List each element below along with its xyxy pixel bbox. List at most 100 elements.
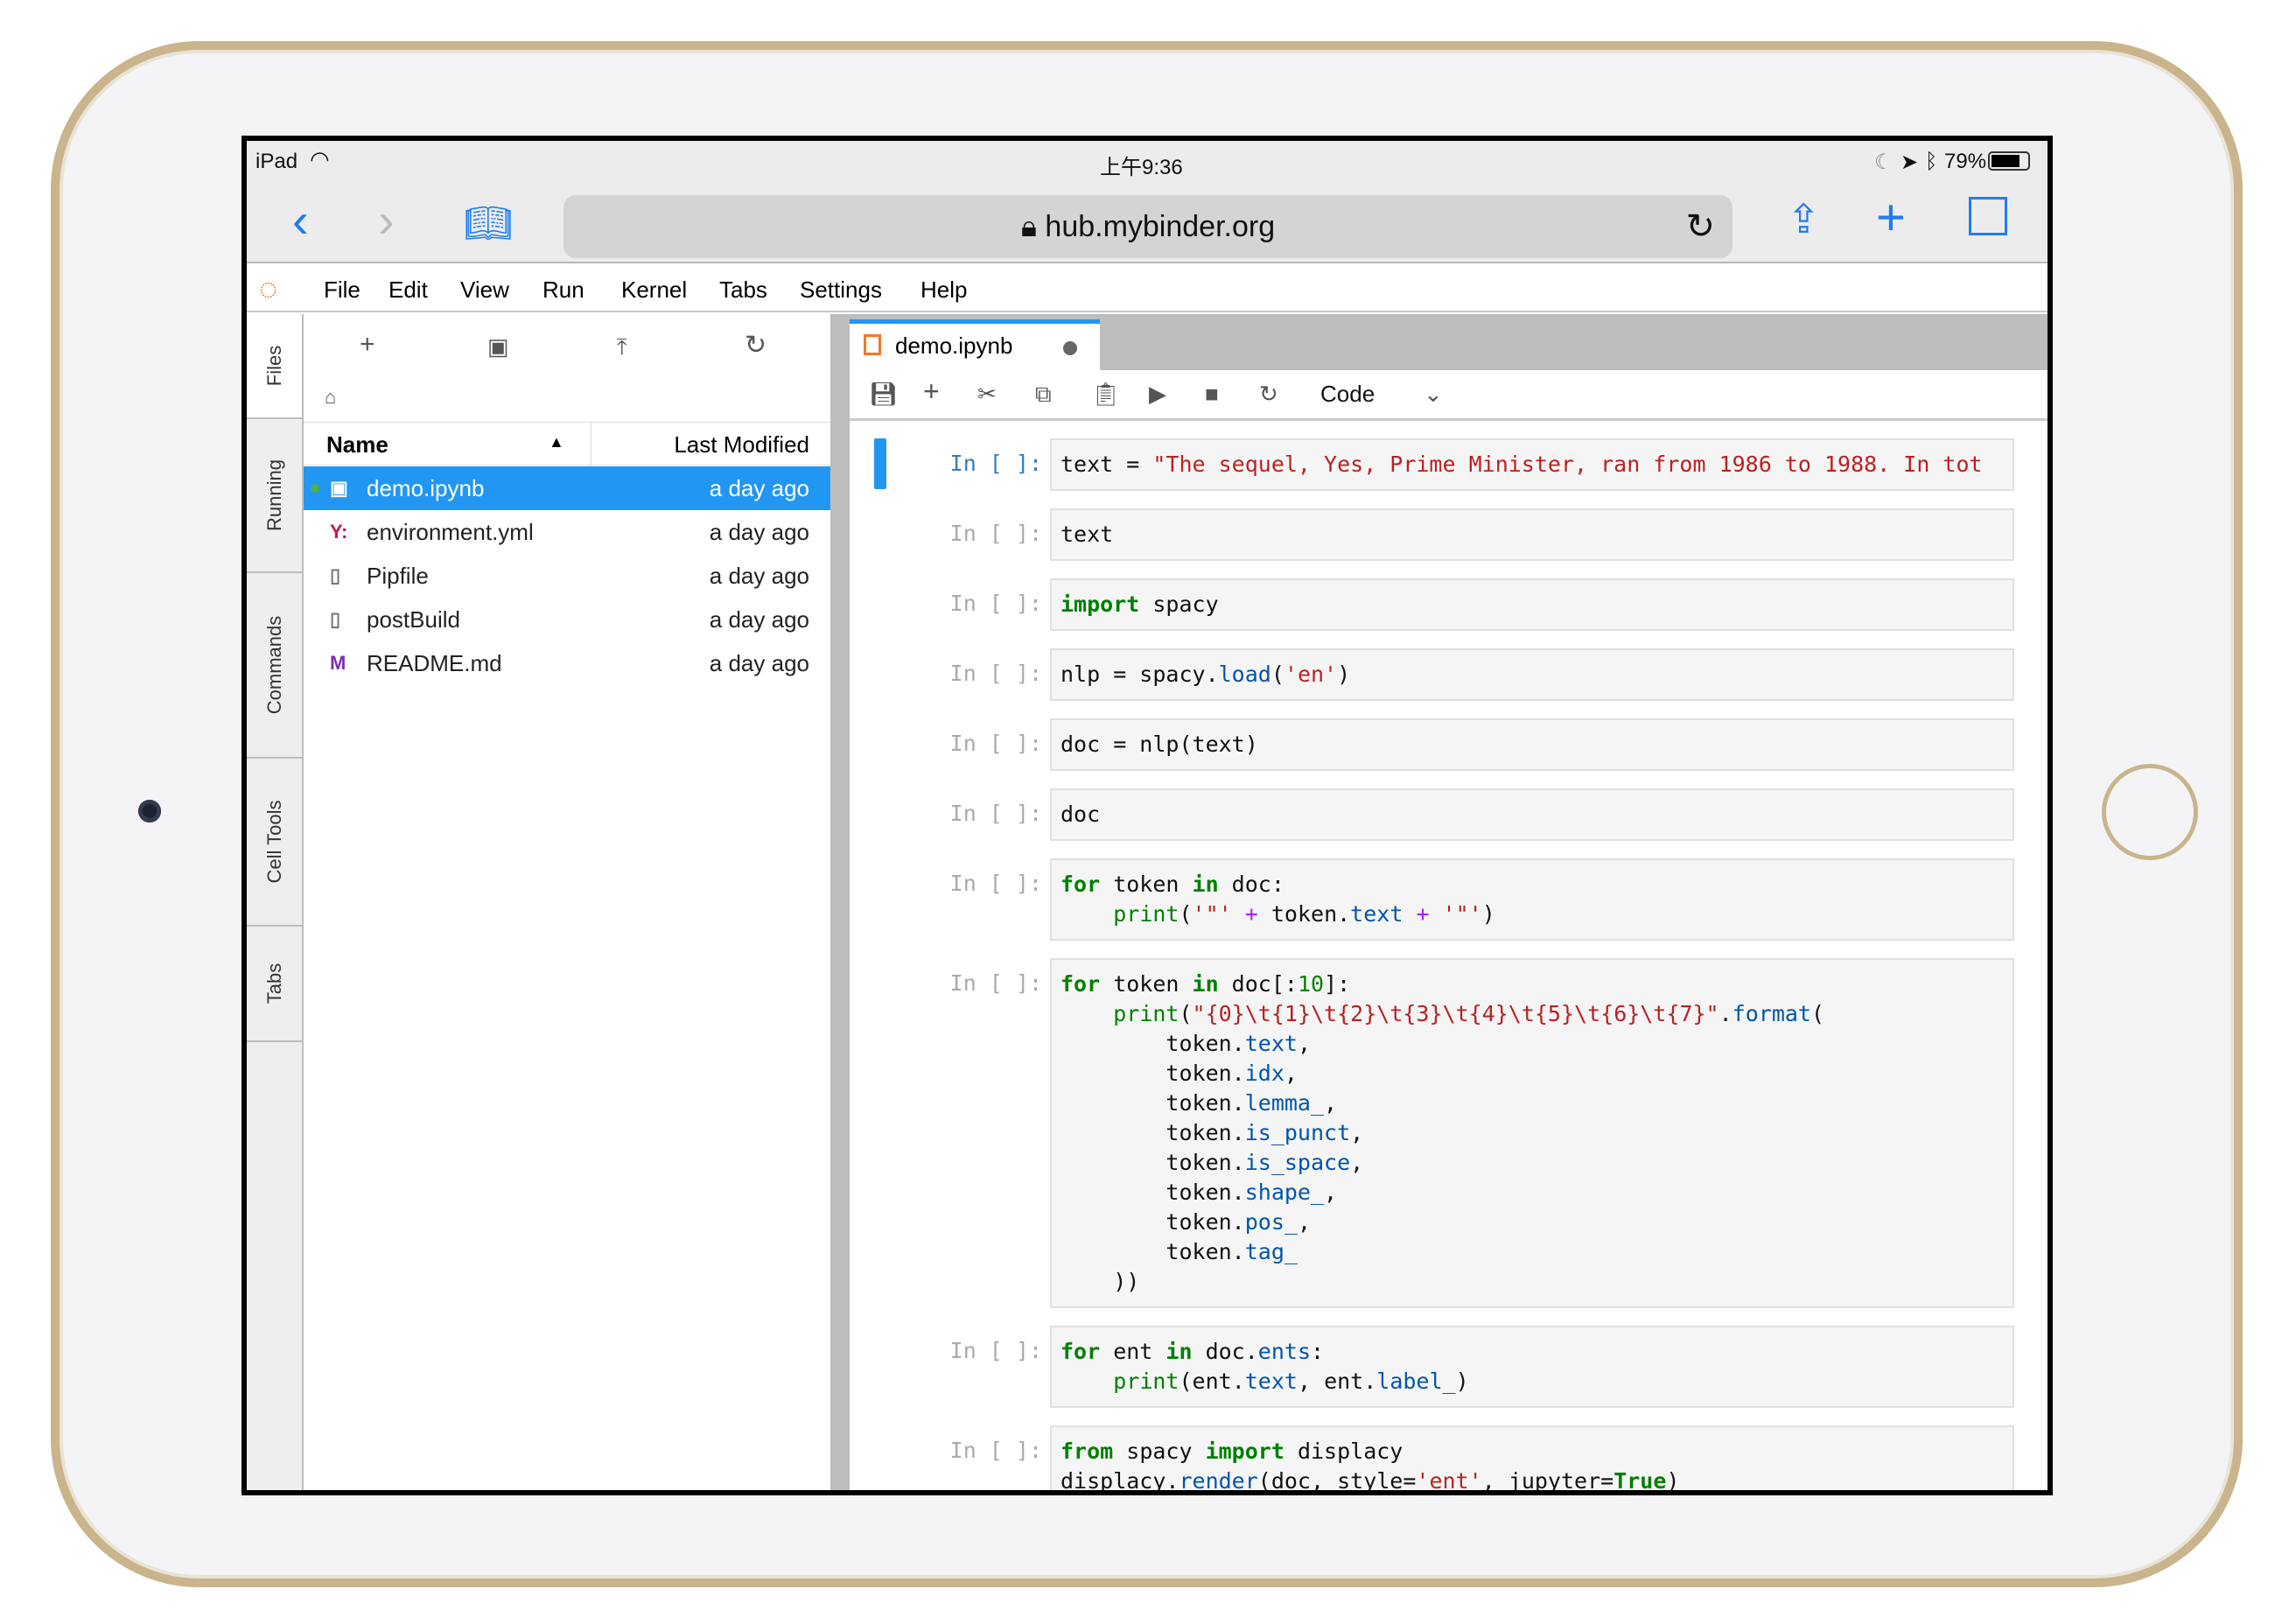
- column-name[interactable]: Name: [326, 431, 388, 458]
- tabs-icon[interactable]: [1969, 197, 2007, 235]
- moon-icon: ☾: [1874, 150, 1894, 174]
- code-cell[interactable]: In [ ]: for token in doc[:10]: print("{0}…: [850, 958, 2048, 1308]
- tab-running[interactable]: Running: [247, 419, 302, 573]
- code-token: token: [1100, 971, 1193, 997]
- code-cell[interactable]: In [ ]: for ent in doc.ents: print(ent.te…: [850, 1326, 2048, 1408]
- cut-icon[interactable]: ✂: [977, 381, 997, 408]
- code-token: '"': [1442, 901, 1482, 927]
- insert-cell-icon[interactable]: +: [923, 375, 940, 408]
- menu-edit[interactable]: Edit: [388, 276, 428, 304]
- code-token: render: [1179, 1468, 1258, 1490]
- tab-cell-tools[interactable]: Cell Tools: [247, 759, 302, 927]
- code-line: token.pos_,: [1060, 1208, 2004, 1237]
- file-row[interactable]: ▣ demo.ipynb a day ago: [304, 466, 830, 510]
- back-icon[interactable]: ‹: [292, 192, 309, 248]
- refresh-icon[interactable]: ↻: [745, 330, 766, 360]
- code-token: print: [1113, 1001, 1180, 1026]
- run-icon[interactable]: ▶: [1149, 381, 1166, 408]
- notebook-icon: [864, 334, 881, 355]
- cell-input[interactable]: nlp = spacy.load('en'): [1050, 648, 2014, 701]
- code-token: for: [1060, 1339, 1101, 1364]
- code-token: shape_: [1244, 1180, 1325, 1205]
- share-icon[interactable]: ⇪: [1787, 195, 1821, 242]
- new-tab-icon[interactable]: +: [1876, 188, 1906, 247]
- cell-input[interactable]: for token in doc[:10]: print("{0}\t{1}\t…: [1050, 958, 2014, 1308]
- paste-icon[interactable]: 📋︎: [1091, 381, 1120, 408]
- file-name: environment.yml: [367, 519, 534, 545]
- address-bar[interactable]: 🔒︎ hub.mybinder.org ↻: [564, 195, 1732, 258]
- menu-file[interactable]: File: [324, 276, 360, 304]
- cell-type-select[interactable]: Code: [1320, 381, 1375, 408]
- jupyter-logo: ◌: [259, 270, 278, 306]
- cell-input[interactable]: doc: [1050, 788, 2014, 841]
- code-cell[interactable]: In [ ]: nlp = spacy.load('en'): [850, 648, 2048, 701]
- tab-tabs[interactable]: Tabs: [247, 927, 302, 1042]
- restart-icon[interactable]: ↻: [1259, 381, 1278, 408]
- tab-files[interactable]: Files: [247, 314, 302, 419]
- file-name: README.md: [367, 650, 502, 676]
- stop-icon[interactable]: ■: [1205, 381, 1219, 408]
- file-row[interactable]: Y: environment.yml a day ago: [304, 510, 830, 554]
- code-cell[interactable]: In [ ]: import spacy: [850, 578, 2048, 631]
- cell-input[interactable]: from spacy import displacy displacy.rende…: [1050, 1425, 2014, 1490]
- menu-help[interactable]: Help: [920, 276, 967, 304]
- menu-settings[interactable]: Settings: [800, 276, 882, 304]
- column-last-modified[interactable]: Last Modified: [674, 431, 809, 458]
- code-token: for: [1060, 872, 1101, 897]
- tab-label: Commands: [262, 615, 285, 715]
- bookmarks-icon[interactable]: 📖︎: [464, 200, 513, 246]
- code-token: token: [1100, 872, 1193, 897]
- code-token: "{0}\t{1}\t{2}\t{3}\t{4}\t{5}\t{6}\t{7}": [1192, 1001, 1719, 1026]
- running-indicator-icon: [311, 484, 319, 493]
- home-button[interactable]: [2102, 764, 2198, 860]
- upload-icon[interactable]: ⤒: [617, 333, 627, 361]
- battery-icon: [1988, 151, 2030, 171]
- chevron-down-icon[interactable]: ⌄: [1424, 381, 1443, 408]
- menu-tabs[interactable]: Tabs: [719, 276, 767, 304]
- notebook-tab[interactable]: demo.ipynb: [850, 319, 1100, 370]
- code-token: nlp = spacy.: [1060, 662, 1219, 687]
- code-cell[interactable]: In [ ]: text: [850, 508, 2048, 561]
- code-token: print: [1113, 901, 1180, 927]
- cell-prompt: In [ ]:: [949, 970, 1042, 996]
- code-token: ): [1481, 901, 1495, 927]
- cells-area[interactable]: In [ ]: text = "The sequel, Yes, Prime Mi…: [850, 438, 2048, 1490]
- code-cell[interactable]: In [ ]: text = "The sequel, Yes, Prime Mi…: [850, 438, 2048, 491]
- file-list-header: Name ▲ Last Modified: [304, 422, 830, 466]
- new-folder-icon[interactable]: ▣: [487, 333, 509, 360]
- save-icon[interactable]: 💾︎: [869, 381, 898, 408]
- tab-commands[interactable]: Commands: [247, 573, 302, 759]
- panel-splitter[interactable]: [832, 314, 850, 1490]
- file-row[interactable]: ▯ Pipfile a day ago: [304, 554, 830, 598]
- code-cell[interactable]: In [ ]: from spacy import displacy displac…: [850, 1425, 2048, 1490]
- sort-ascending-icon[interactable]: ▲: [549, 433, 564, 452]
- code-cell[interactable]: In [ ]: doc: [850, 788, 2048, 841]
- cell-input[interactable]: doc = nlp(text): [1050, 718, 2014, 771]
- code-token: token.: [1060, 1060, 1245, 1086]
- cell-input[interactable]: for ent in doc.ents: print(ent.text, ent…: [1050, 1326, 2014, 1408]
- file-row[interactable]: ▯ postBuild a day ago: [304, 598, 830, 641]
- menu-kernel[interactable]: Kernel: [621, 276, 687, 304]
- cell-input[interactable]: text: [1050, 508, 2014, 561]
- code-line: token.shape_,: [1060, 1178, 2004, 1208]
- cell-input[interactable]: import spacy: [1050, 578, 2014, 631]
- code-line: print(ent.text, ent.label_): [1060, 1367, 2004, 1396]
- code-token: ,: [1297, 1031, 1311, 1056]
- file-row[interactable]: M README.md a day ago: [304, 641, 830, 685]
- code-token: in: [1166, 1339, 1193, 1364]
- home-icon[interactable]: ⌂: [325, 386, 336, 409]
- menu-run[interactable]: Run: [542, 276, 584, 304]
- new-launcher-icon[interactable]: +: [360, 330, 375, 360]
- cell-input[interactable]: text = "The sequel, Yes, Prime Minister,…: [1050, 438, 2014, 491]
- forward-icon[interactable]: ›: [378, 192, 395, 248]
- menu-view[interactable]: View: [460, 276, 509, 304]
- code-token: import: [1060, 592, 1140, 617]
- code-cell[interactable]: In [ ]: doc = nlp(text): [850, 718, 2048, 771]
- copy-icon[interactable]: ⧉: [1035, 381, 1052, 409]
- code-cell[interactable]: In [ ]: for token in doc: print('"' + tok…: [850, 858, 2048, 941]
- reload-icon[interactable]: ↻: [1685, 195, 1715, 258]
- cell-input[interactable]: for token in doc: print('"' + token.text…: [1050, 858, 2014, 941]
- code-line: token.text,: [1060, 1029, 2004, 1059]
- unsaved-dot-icon[interactable]: [1063, 341, 1077, 355]
